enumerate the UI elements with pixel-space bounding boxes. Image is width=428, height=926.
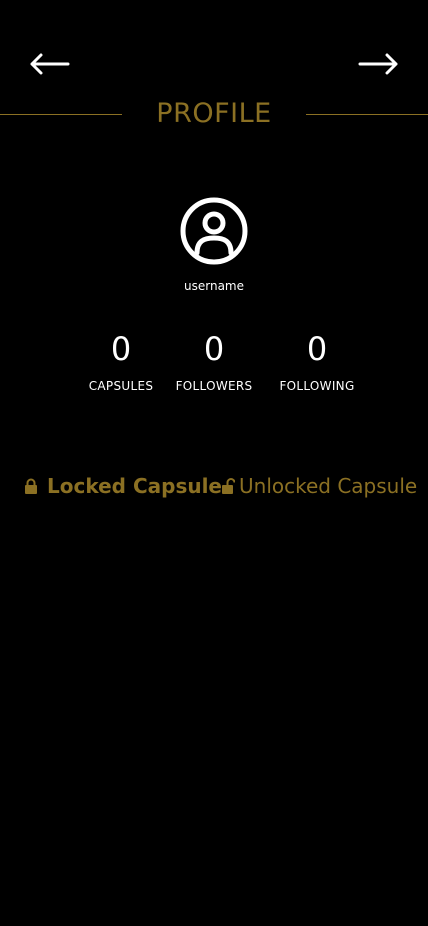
user-circle-icon <box>180 197 248 265</box>
tab-unlocked-capsule[interactable]: Unlocked Capsule <box>221 472 417 500</box>
title-row: PROFILE <box>0 96 428 136</box>
arrow-left-icon <box>30 53 70 75</box>
following-stat[interactable]: 0 FOLLOWING <box>262 330 372 393</box>
tab-unlocked-label: Unlocked Capsule <box>239 474 418 498</box>
back-button[interactable] <box>26 46 72 82</box>
followers-stat[interactable]: 0 FOLLOWERS <box>159 330 269 393</box>
unlock-icon <box>222 478 235 494</box>
followers-count: 0 <box>203 330 225 368</box>
title-divider-left <box>0 114 122 115</box>
following-label: FOLLOWING <box>279 379 355 393</box>
title-divider-right <box>306 114 428 115</box>
forward-button[interactable] <box>356 46 402 82</box>
followers-label: FOLLOWERS <box>175 379 253 393</box>
page-title: PROFILE <box>156 98 272 129</box>
tab-locked-label: Locked Capsule <box>47 474 222 498</box>
username-label: username <box>184 279 244 293</box>
lock-icon <box>25 478 37 494</box>
following-count: 0 <box>306 330 328 368</box>
tab-locked-capsule[interactable]: Locked Capsule <box>24 472 222 500</box>
arrow-right-icon <box>358 53 398 75</box>
